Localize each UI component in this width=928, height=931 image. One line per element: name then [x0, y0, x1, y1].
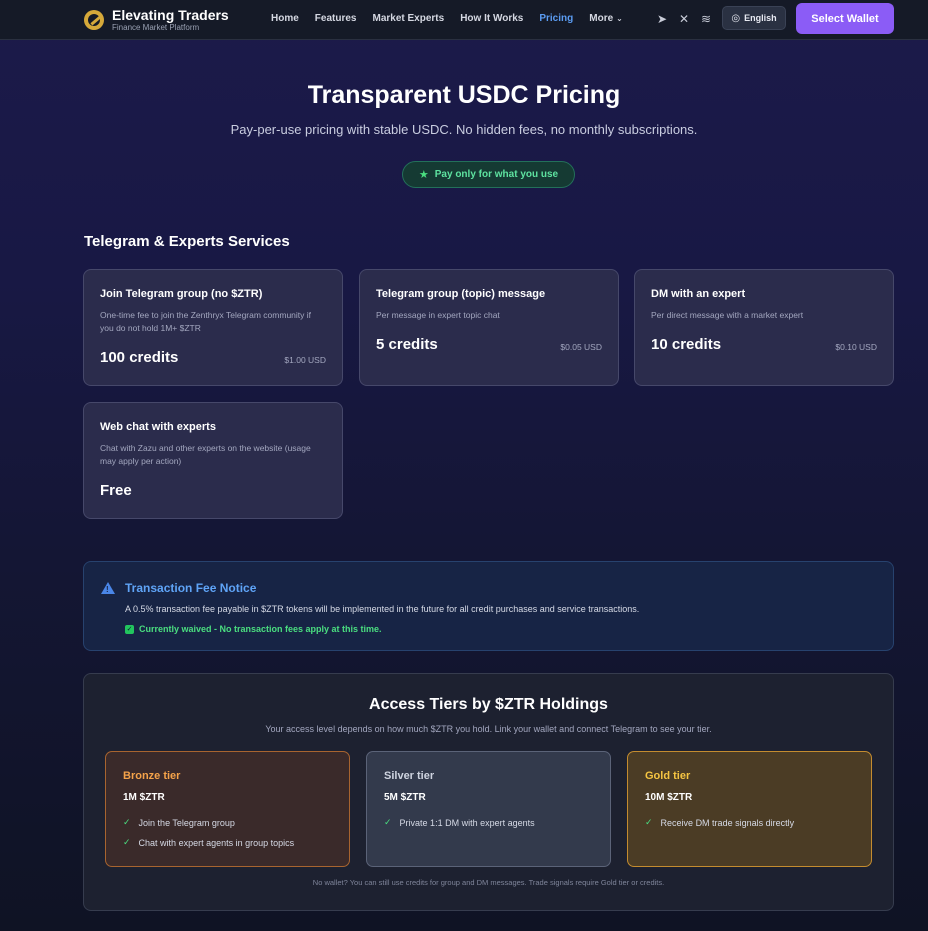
tier-perk: ✓ Join the Telegram group: [123, 817, 332, 828]
service-card-title: Join Telegram group (no $ZTR): [100, 288, 263, 300]
service-card-usd: $0.10 USD: [835, 342, 877, 352]
tier-name: Gold tier: [645, 770, 691, 782]
language-button[interactable]: ◎ English: [722, 6, 786, 30]
tier-perk-label: Chat with expert agents in group topics: [138, 837, 295, 848]
service-card-usd: $0.05 USD: [560, 342, 602, 352]
telegram-icon[interactable]: ➤: [655, 12, 669, 26]
service-card-title: Telegram group (topic) message: [376, 288, 546, 300]
top-navbar: Elevating Traders Finance Market Platfor…: [0, 0, 928, 40]
check-icon: ✓: [123, 817, 131, 827]
chevron-down-icon: ⌄: [616, 14, 623, 23]
tier-amount: 10M $ZTR: [645, 792, 693, 803]
service-card: Telegram group (topic) message Per messa…: [359, 269, 619, 386]
service-card: DM with an expert Per direct message wit…: [634, 269, 894, 386]
nav-link-pricing[interactable]: Pricing: [539, 13, 573, 24]
pay-per-use-badge: ★ Pay only for what you use: [402, 161, 575, 188]
notice-waived: ✓ Currently waived - No transaction fees…: [125, 624, 382, 634]
notice-text: A 0.5% transaction fee payable in $ZTR t…: [125, 604, 640, 614]
warning-icon: !: [101, 582, 115, 594]
nav-link-features[interactable]: Features: [315, 13, 357, 24]
service-card-credits: 5 credits: [376, 336, 438, 353]
notice-title: Transaction Fee Notice: [125, 581, 257, 595]
notice-waived-label: Currently waived - No transaction fees a…: [139, 624, 382, 634]
nav-link-more-label: More: [589, 13, 614, 24]
tier-name: Silver tier: [384, 770, 435, 782]
badge-label: Pay only for what you use: [434, 169, 559, 180]
social-icons: ➤ ✕ ≋: [655, 12, 721, 26]
tier-perk: ✓ Chat with expert agents in group topics: [123, 837, 332, 848]
service-card-desc: Chat with Zazu and other experts on the …: [100, 443, 311, 466]
tier-perk: ✓ Receive DM trade signals directly: [645, 817, 854, 828]
transaction-fee-notice: ! Transaction Fee Notice A 0.5% transact…: [83, 561, 894, 651]
access-tiers-panel: Access Tiers by $ZTR Holdings Your acces…: [83, 673, 894, 911]
nav-link-how-it-works[interactable]: How It Works: [460, 13, 523, 24]
brand-logo[interactable]: Elevating Traders Finance Market Platfor…: [84, 8, 229, 32]
page-title: Transparent USDC Pricing: [307, 81, 621, 109]
service-card-title: Web chat with experts: [100, 421, 216, 433]
tier-card-gold: Gold tier 10M $ZTR ✓ Receive DM trade sig…: [627, 751, 872, 867]
nav-link-home[interactable]: Home: [271, 13, 299, 24]
x-icon[interactable]: ✕: [677, 12, 691, 26]
service-card-credits: 10 credits: [651, 336, 722, 353]
tiers-title: Access Tiers by $ZTR Holdings: [369, 696, 608, 713]
star-icon: ★: [418, 169, 429, 181]
globe-icon: ◎: [731, 12, 741, 24]
tier-perk-label: Private 1:1 DM with expert agents: [399, 817, 535, 828]
tier-card-silver: Silver tier 5M $ZTR ✓ Private 1:1 DM with…: [366, 751, 611, 867]
layers-icon[interactable]: ≋: [699, 12, 713, 26]
service-card-credits: Free: [100, 482, 132, 499]
page-subtitle: Pay-per-use pricing with stable USDC. No…: [230, 122, 698, 137]
service-card: Join Telegram group (no $ZTR) One-time f…: [83, 269, 343, 386]
checkbox-icon: ✓: [125, 624, 134, 634]
select-wallet-button[interactable]: Select Wallet: [796, 3, 894, 34]
nav-link-market-experts[interactable]: Market Experts: [372, 13, 444, 24]
language-label: English: [744, 13, 777, 23]
nav-link-more[interactable]: More ⌄: [589, 13, 623, 24]
tier-card-bronze: Bronze tier 1M $ZTR ✓ Join the Telegram g…: [105, 751, 350, 867]
service-card-desc: Per direct message with a market expert: [651, 310, 804, 320]
service-card-usd: $1.00 USD: [284, 355, 326, 365]
check-icon: ✓: [384, 817, 392, 827]
tiers-subtitle: Your access level depends on how much $Z…: [265, 724, 712, 734]
check-icon: ✓: [123, 837, 131, 847]
service-card-desc: Per message in expert topic chat: [376, 310, 500, 320]
tier-perk-label: Receive DM trade signals directly: [660, 817, 795, 828]
service-card-title: DM with an expert: [651, 288, 746, 300]
tier-name: Bronze tier: [123, 770, 181, 782]
brand-subtitle: Finance Market Platform: [112, 23, 200, 32]
brand-title: Elevating Traders: [112, 7, 229, 23]
tier-amount: 1M $ZTR: [123, 792, 165, 803]
service-card: Web chat with experts Chat with Zazu and…: [83, 402, 343, 519]
tier-perk-label: Join the Telegram group: [138, 817, 235, 828]
brand-logo-icon: [84, 10, 104, 30]
tier-amount: 5M $ZTR: [384, 792, 426, 803]
tiers-footer-note: No wallet? You can still use credits for…: [312, 878, 665, 887]
service-card-desc: One-time fee to join the Zenthryx Telegr…: [100, 310, 312, 333]
tier-perk: ✓ Private 1:1 DM with expert agents: [384, 817, 593, 828]
check-icon: ✓: [645, 817, 653, 827]
service-card-credits: 100 credits: [100, 349, 179, 366]
services-section-title: Telegram & Experts Services: [84, 233, 290, 250]
nav-links: Home Features Market Experts How It Work…: [271, 13, 639, 24]
